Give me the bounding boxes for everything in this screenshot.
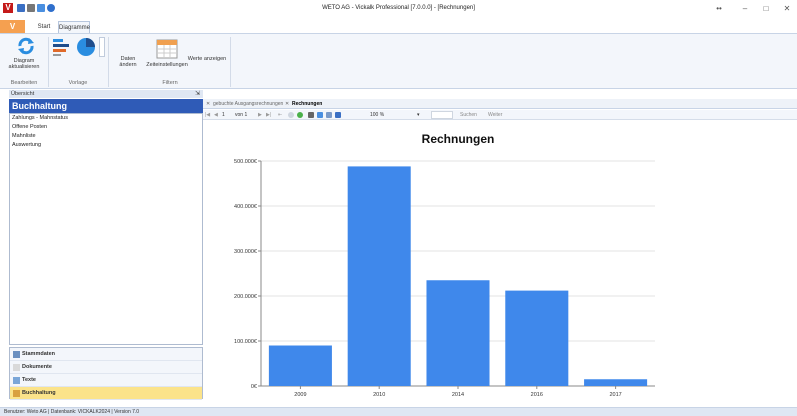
group-divider	[230, 37, 231, 87]
time-settings-button[interactable]: Zeiteinstellungen	[144, 62, 190, 68]
bar-chart-template-icon[interactable]	[52, 37, 74, 57]
template-gallery-scroll[interactable]	[99, 37, 105, 57]
show-values-button[interactable]: Werte anzeigen	[186, 56, 228, 62]
close-button[interactable]: ✕	[780, 2, 794, 16]
x-tick-label: 2010	[373, 392, 385, 398]
last-page-icon[interactable]: ▶|	[266, 111, 271, 119]
x-tick-label: 2009	[294, 392, 306, 398]
module-label: Dokumente	[22, 364, 52, 370]
page-count: von 1	[235, 112, 248, 118]
window-title: WETO AG - Vickalk Professional [7.0.0.0]…	[322, 5, 475, 11]
page-setup-icon[interactable]	[317, 112, 323, 118]
data-edit-button[interactable]: Daten ändern	[112, 56, 144, 68]
minimize-button[interactable]: –	[738, 2, 752, 16]
refresh-report-icon[interactable]	[297, 112, 303, 118]
zoom-select[interactable]: 100 %	[370, 111, 384, 119]
y-tick-label: 300.000€	[234, 249, 257, 255]
text-icon	[13, 377, 20, 384]
pin-icon[interactable]: ⇲	[195, 90, 200, 98]
module-label: Stammdaten	[22, 351, 56, 357]
back-icon[interactable]: ⇤	[278, 111, 282, 119]
bar-2016	[505, 290, 569, 386]
document-tabs: ✕ gebuchte Ausgangsrechnungen ✕ Rechnung…	[203, 99, 797, 109]
calendar-icon[interactable]	[156, 37, 178, 59]
close-tab-icon[interactable]: ✕	[206, 100, 210, 109]
layout-icon[interactable]	[326, 112, 332, 118]
refresh-diagram-button[interactable]: Diagram aktualisieren	[4, 58, 44, 70]
search-input[interactable]	[431, 111, 453, 119]
overview-label: Übersicht	[11, 91, 35, 97]
nav-section-title: Buchhaltung	[9, 99, 203, 113]
bar-2010	[347, 166, 411, 386]
x-tick-label: 2016	[531, 392, 543, 398]
page-input[interactable]: 1	[222, 111, 225, 119]
nav-item-zahlungs-mahnstatus[interactable]: Zahlungs - Mahnstatus	[10, 114, 202, 123]
y-tick-label: 400.000€	[234, 204, 257, 210]
bar-chart: Rechnungen 0€ 100.000€ 200.000€ 300.000€ 400.…	[234, 132, 655, 398]
chart-title: Rechnungen	[422, 132, 495, 146]
close-tab-icon[interactable]: ✕	[285, 100, 289, 109]
x-tick-label: 2017	[609, 392, 621, 398]
bar-2009	[268, 345, 332, 386]
module-stammdaten[interactable]: Stammdaten	[10, 348, 202, 361]
next-page-icon[interactable]: ▶	[258, 111, 262, 119]
accounting-icon	[13, 390, 20, 397]
module-label: Texte	[22, 377, 36, 383]
module-dokumente[interactable]: Dokumente	[10, 361, 202, 374]
export-icon[interactable]	[335, 112, 341, 118]
search-button[interactable]: Suchen	[460, 111, 477, 119]
nav-item-mahnliste[interactable]: Mahnliste	[10, 132, 202, 141]
extra-icon[interactable]: ••	[712, 2, 726, 16]
nav-list: Zahlungs - Mahnstatus Offene Posten Mahn…	[9, 113, 203, 345]
tab-gebuchte-ausgangsrechnungen[interactable]: gebuchte Ausgangsrechnungen	[213, 100, 283, 109]
module-label: Buchhaltung	[22, 390, 56, 396]
stop-icon[interactable]	[288, 112, 294, 118]
overview-header: Übersicht ⇲	[9, 90, 203, 98]
zoom-dropdown-icon[interactable]: ▾	[417, 111, 420, 119]
group-label-filtern: Filtern	[162, 80, 178, 86]
title-bar: V WETO AG - Vickalk Professional [7.0.0.…	[0, 0, 797, 20]
prev-page-icon[interactable]: ◀	[214, 111, 218, 119]
module-list: Stammdaten Dokumente Texte Buchhaltung	[9, 347, 203, 400]
group-divider	[48, 37, 49, 87]
tab-diagramme[interactable]: Diagramme	[58, 21, 90, 33]
ribbon: Diagram aktualisieren Bearbeiten Vorlage…	[0, 33, 797, 89]
module-buchhaltung[interactable]: Buchhaltung	[10, 387, 202, 400]
document-icon	[13, 364, 20, 371]
y-tick-label: 0€	[251, 384, 257, 390]
database-icon	[13, 351, 20, 358]
status-text: Benutzer: Weto AG | Datenbank: VICKALK20…	[4, 409, 140, 415]
pie-chart-template-icon[interactable]	[76, 37, 96, 57]
report-toolbar: |◀ ◀ 1 von 1 ▶ ▶| ⇤ 100 % ▾ Suchen Weite…	[203, 110, 797, 120]
first-page-icon[interactable]: |◀	[205, 111, 210, 119]
maximize-button[interactable]: □	[759, 2, 773, 16]
group-label-vorlage: Vorlage	[68, 80, 88, 86]
bar-2017	[584, 379, 648, 386]
tab-start[interactable]: Start	[34, 21, 54, 33]
status-bar: Benutzer: Weto AG | Datenbank: VICKALK20…	[0, 407, 797, 416]
y-tick-label: 500.000€	[234, 159, 257, 165]
y-tick-label: 200.000€	[234, 294, 257, 300]
group-label-bearbeiten: Bearbeiten	[10, 80, 38, 86]
next-match-button[interactable]: Weiter	[488, 111, 502, 119]
group-divider	[108, 37, 109, 87]
print-report-icon[interactable]	[308, 112, 314, 118]
nav-item-offene-posten[interactable]: Offene Posten	[10, 123, 202, 132]
tab-rechnungen[interactable]: Rechnungen	[292, 100, 322, 109]
bar-2014	[426, 280, 490, 386]
refresh-icon[interactable]	[17, 37, 35, 55]
ribbon-tab-bar: V Start Diagramme	[0, 20, 797, 34]
y-tick-label: 100.000€	[234, 339, 257, 345]
file-menu-button[interactable]: V	[0, 20, 25, 34]
nav-item-auswertung[interactable]: Auswertung	[10, 141, 202, 150]
report-canvas: Rechnungen 0€ 100.000€ 200.000€ 300.000€ 400.…	[203, 121, 797, 405]
x-tick-label: 2014	[452, 392, 464, 398]
module-texte[interactable]: Texte	[10, 374, 202, 387]
